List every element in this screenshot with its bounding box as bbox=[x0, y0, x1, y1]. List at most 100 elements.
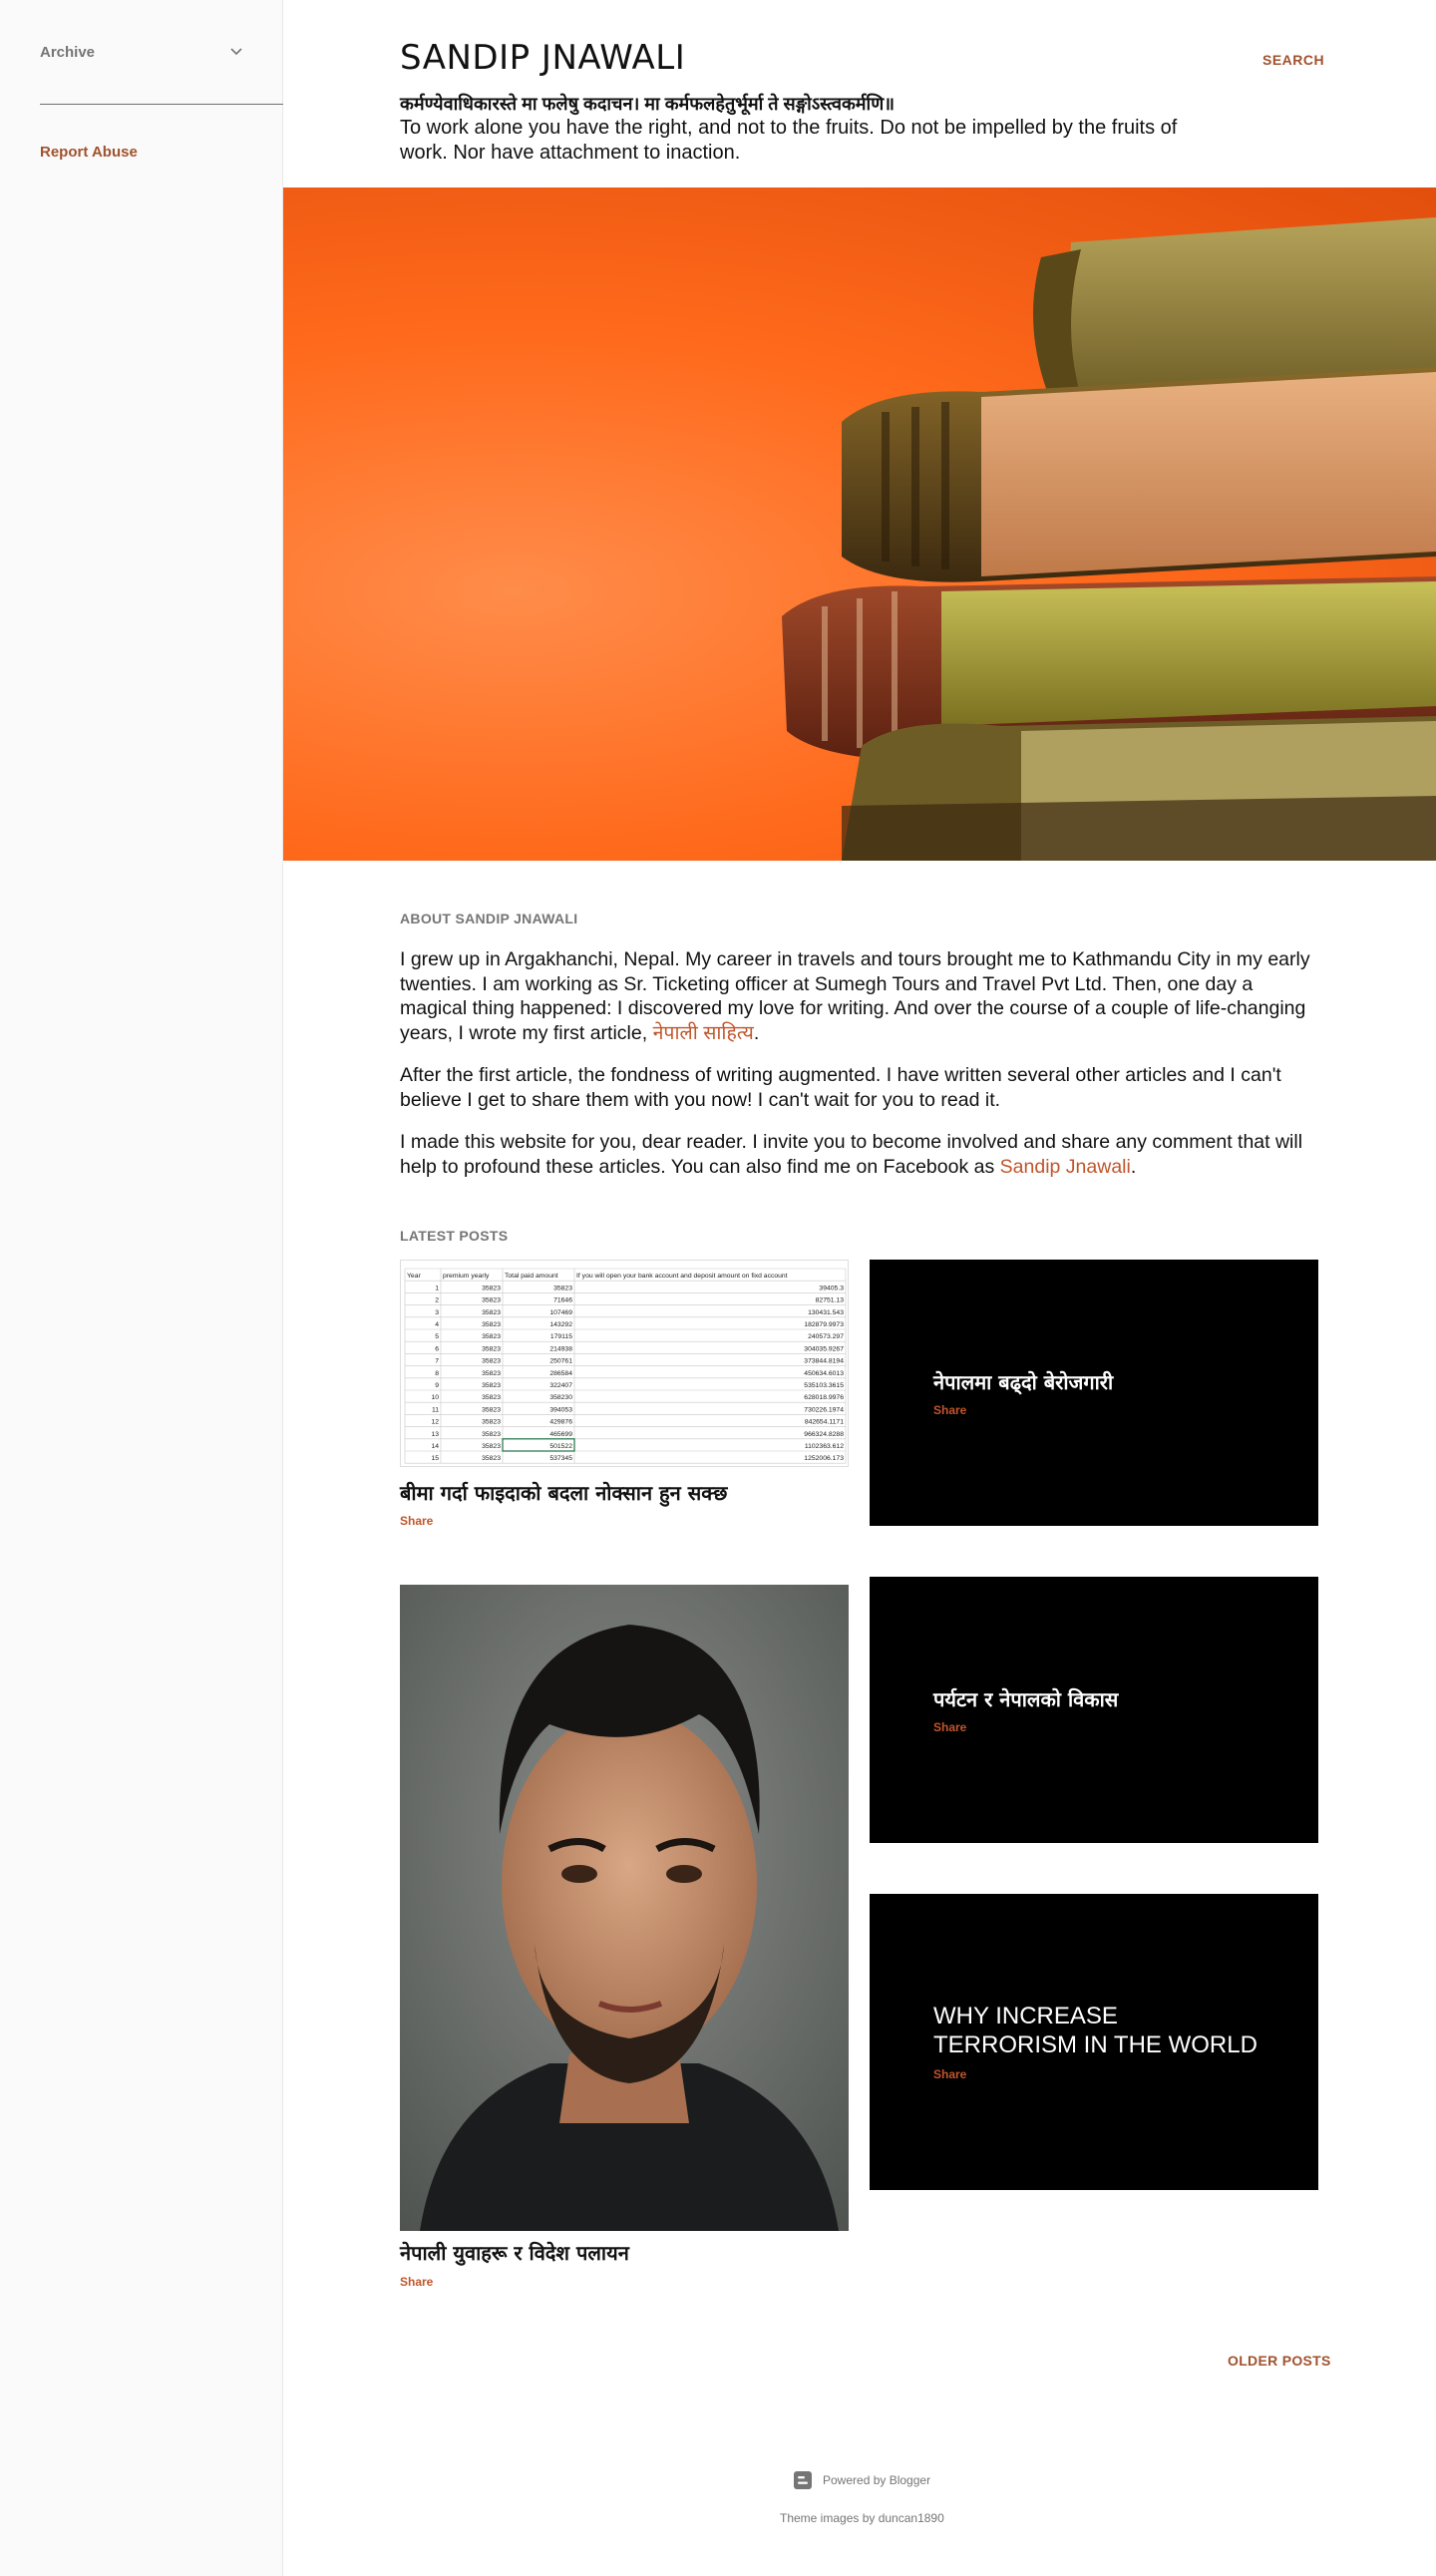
share-button[interactable]: Share bbox=[933, 1720, 1258, 1734]
stacked-books-illustration bbox=[782, 217, 1436, 861]
table-cell: 3 bbox=[435, 1309, 439, 1316]
table-cell: 35823 bbox=[482, 1455, 501, 1462]
post-thumbnail-portrait[interactable] bbox=[400, 1585, 849, 2231]
table-cell: 35823 bbox=[482, 1358, 501, 1365]
facebook-profile-link[interactable]: Sandip Jnawali bbox=[1000, 1156, 1131, 1178]
report-abuse-link[interactable]: Report Abuse bbox=[40, 144, 138, 161]
portrait-photo bbox=[400, 1585, 849, 2231]
table-cell: 358230 bbox=[549, 1394, 572, 1401]
share-button[interactable]: Share bbox=[400, 2275, 433, 2289]
table-cell: 15 bbox=[431, 1455, 439, 1462]
table-cell: 1252006.173 bbox=[804, 1455, 844, 1462]
table-cell: 250761 bbox=[549, 1358, 572, 1365]
older-posts-button[interactable]: OLDER POSTS bbox=[1228, 2353, 1331, 2369]
table-cell: 394053 bbox=[549, 1406, 572, 1413]
table-cell: 35823 bbox=[482, 1443, 501, 1450]
table-cell: 1 bbox=[435, 1285, 439, 1291]
table-cell: 373844.8194 bbox=[804, 1358, 844, 1365]
first-article-link[interactable]: नेपाली साहित्य bbox=[653, 1022, 754, 1044]
table-cell: 2 bbox=[435, 1297, 439, 1304]
insurance-table-image: Year premium yearly Total paid amount If yo… bbox=[404, 1268, 847, 1464]
table-cell: 450634.6013 bbox=[804, 1370, 844, 1377]
table-cell: 35823 bbox=[482, 1333, 501, 1340]
table-cell: 6 bbox=[435, 1345, 439, 1352]
about-paragraph-2: After the first article, the fondness of… bbox=[400, 1064, 1281, 1111]
table-cell: 10 bbox=[431, 1394, 439, 1401]
table-cell: 35823 bbox=[482, 1297, 501, 1304]
table-cell: 8 bbox=[435, 1370, 439, 1377]
table-cell: 14 bbox=[431, 1443, 439, 1450]
table-cell: 214938 bbox=[549, 1345, 572, 1352]
post-title[interactable]: नेपाली युवाहरू र विदेश पलायन bbox=[400, 2239, 629, 2266]
table-cell: 1102363.612 bbox=[805, 1443, 844, 1450]
blog-description-sanskrit: कर्मण्येवाधिकारस्ते मा फलेषु कदाचन। मा क… bbox=[400, 94, 896, 114]
table-cell: 130431.543 bbox=[808, 1309, 844, 1316]
about-p1-text: I grew up in Argakhanchi, Nepal. My care… bbox=[400, 948, 1310, 1044]
table-cell: 12 bbox=[431, 1419, 439, 1426]
table-cell: 179115 bbox=[550, 1333, 572, 1340]
theme-credit: Theme images by duncan1890 bbox=[780, 2511, 944, 2525]
table-header-cell: If you will open your bank account and d… bbox=[576, 1273, 788, 1280]
powered-by-text: Powered by Blogger bbox=[823, 2473, 931, 2487]
table-cell: 35823 bbox=[553, 1285, 572, 1291]
table-cell: 240573.297 bbox=[808, 1333, 844, 1340]
post-card[interactable]: नेपाली युवाहरू र विदेश पलायन Share bbox=[400, 1585, 849, 2289]
table-cell: 11 bbox=[432, 1406, 439, 1413]
about-paragraph-1: I grew up in Argakhanchi, Nepal. My care… bbox=[400, 947, 1317, 1045]
table-cell: 35823 bbox=[482, 1285, 501, 1291]
search-button[interactable]: SEARCH bbox=[1262, 52, 1324, 68]
blog-title[interactable]: SANDIP JNAWALI bbox=[400, 38, 685, 78]
table-cell: 429876 bbox=[549, 1419, 572, 1426]
blog-description-english: To work alone you have the right, and no… bbox=[400, 117, 1178, 164]
sidebar-divider bbox=[40, 104, 283, 105]
post-title[interactable]: नेपालमा बढ्दो बेरोजगारी bbox=[933, 1368, 1258, 1395]
table-cell: 143292 bbox=[549, 1321, 572, 1328]
about-p3-text: I made this website for you, dear reader… bbox=[400, 1131, 1303, 1178]
table-cell: 465699 bbox=[549, 1431, 572, 1438]
post-card[interactable]: Year premium yearly Total paid amount If yo… bbox=[400, 1260, 849, 1528]
powered-by-blogger[interactable]: Powered by Blogger bbox=[793, 2470, 930, 2490]
table-cell: 35823 bbox=[482, 1419, 501, 1426]
about-p3-end: . bbox=[1130, 1155, 1137, 1178]
table-cell: 13 bbox=[431, 1431, 439, 1438]
table-cell: 35823 bbox=[482, 1370, 501, 1377]
table-cell: 71646 bbox=[553, 1297, 572, 1304]
table-cell: 322407 bbox=[549, 1382, 572, 1389]
post-thumbnail-table[interactable]: Year premium yearly Total paid amount If yo… bbox=[400, 1260, 849, 1467]
header-hero-image bbox=[283, 187, 1436, 861]
table-cell: 7 bbox=[435, 1358, 439, 1365]
table-cell: 39405.3 bbox=[819, 1285, 844, 1291]
about-paragraph-3: I made this website for you, dear reader… bbox=[400, 1130, 1317, 1179]
table-cell: 107469 bbox=[549, 1309, 572, 1316]
about-heading: ABOUT SANDIP JNAWALI bbox=[400, 911, 578, 926]
post-card-dark[interactable]: नेपालमा बढ्दो बेरोजगारी Share bbox=[870, 1260, 1318, 1526]
table-cell: 304035.9267 bbox=[804, 1345, 844, 1352]
table-cell: 35823 bbox=[482, 1345, 501, 1352]
post-title[interactable]: बीमा गर्दा फाइदाको बदला नोक्सान हुन सक्छ bbox=[400, 1479, 849, 1506]
post-card-dark[interactable]: WHY INCREASE TERRORISM IN THE WORLD Shar… bbox=[870, 1894, 1318, 2190]
sidebar: Archive Report Abuse bbox=[0, 0, 283, 2576]
post-title[interactable]: WHY INCREASE TERRORISM IN THE WORLD bbox=[933, 2002, 1258, 2059]
share-button[interactable]: Share bbox=[400, 1514, 433, 1528]
chevron-down-icon bbox=[230, 48, 242, 56]
archive-label: Archive bbox=[40, 43, 96, 61]
table-cell: 35823 bbox=[482, 1394, 501, 1401]
table-cell: 35823 bbox=[482, 1321, 501, 1328]
share-button[interactable]: Share bbox=[933, 2067, 1258, 2081]
archive-toggle[interactable]: Archive bbox=[40, 30, 283, 74]
table-cell: 501522 bbox=[549, 1443, 572, 1450]
table-header-cell: premium yearly bbox=[443, 1273, 490, 1280]
table-cell: 35823 bbox=[482, 1406, 501, 1413]
table-cell: 82751.13 bbox=[816, 1297, 845, 1304]
latest-posts-heading: LATEST POSTS bbox=[400, 1228, 509, 1244]
table-cell: 535103.3615 bbox=[804, 1382, 844, 1389]
post-title[interactable]: पर्यटन र नेपालको विकास bbox=[933, 1685, 1258, 1712]
table-header-cell: Year bbox=[407, 1273, 421, 1280]
table-cell: 5 bbox=[435, 1333, 439, 1340]
blogger-icon bbox=[794, 2471, 812, 2489]
share-button[interactable]: Share bbox=[933, 1403, 1258, 1417]
table-cell: 35823 bbox=[482, 1382, 501, 1389]
table-cell: 4 bbox=[435, 1321, 439, 1328]
table-cell: 35823 bbox=[482, 1309, 501, 1316]
post-card-dark[interactable]: पर्यटन र नेपालको विकास Share bbox=[870, 1577, 1318, 1843]
